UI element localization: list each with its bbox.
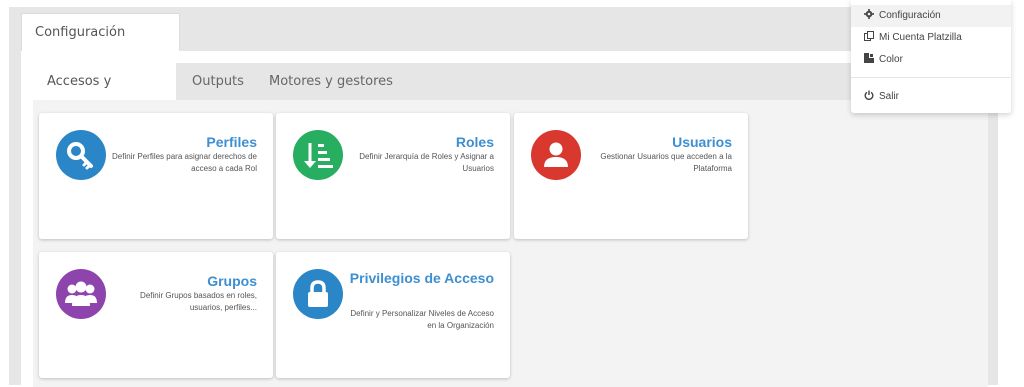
gear-icon — [864, 9, 874, 19]
tab-accesos-permisos[interactable]: Accesos y permisos — [33, 63, 176, 126]
key-icon — [56, 130, 106, 180]
card-title: Usuarios — [672, 134, 732, 150]
menu-item-salir[interactable]: Salir — [851, 86, 1011, 108]
card-grupos[interactable]: Grupos Definir Grupos basados en roles, … — [39, 252, 273, 378]
tab-outputs[interactable]: Outputs — [178, 63, 258, 100]
menu-item-label: Salir — [879, 91, 900, 102]
card-perfiles[interactable]: Perfiles Definir Perfiles para asignar d… — [39, 113, 273, 239]
card-description: Definir Perfiles para asignar derechos d… — [112, 152, 257, 173]
card-roles[interactable]: Roles Definir Jerarquía de Roles y Asign… — [276, 113, 510, 239]
menu-item-color[interactable]: Color — [851, 49, 1011, 71]
account-icon — [864, 31, 874, 41]
settings-dropdown-menu: Configuración Mi Cuenta Platzilla Color … — [851, 0, 1011, 113]
subtab-bar — [33, 63, 988, 100]
menu-item-label: Mi Cuenta Platzilla — [879, 32, 962, 43]
sort-down-icon — [293, 130, 343, 180]
menu-divider — [851, 77, 1011, 78]
users-icon — [56, 269, 106, 319]
tab-configuracion-general[interactable]: Configuración General — [21, 13, 180, 78]
menu-item-label: Color — [879, 54, 903, 65]
card-title: Roles — [455, 134, 494, 150]
card-description: Definir Jerarquía de Roles y Asignar a U… — [359, 152, 494, 173]
user-icon — [531, 130, 581, 180]
menu-item-label: Configuración — [879, 10, 941, 21]
menu-item-mi-cuenta[interactable]: Mi Cuenta Platzilla — [851, 27, 1011, 49]
power-icon — [864, 90, 874, 100]
palette-icon — [864, 53, 874, 63]
card-title: Grupos — [207, 273, 257, 289]
menu-item-configuracion[interactable]: Configuración — [851, 5, 1011, 27]
tab-motores-gestores[interactable]: Motores y gestores — [255, 63, 407, 100]
card-privilegios-acceso[interactable]: Privilegios de Acceso Definir y Personal… — [276, 252, 510, 378]
card-usuarios[interactable]: Usuarios Gestionar Usuarios que acceden … — [514, 113, 748, 239]
card-description: Gestionar Usuarios que acceden a la Plat… — [600, 152, 732, 173]
card-description: Definir Grupos basados en roles, usuario… — [140, 291, 257, 312]
lock-icon — [293, 269, 343, 319]
card-title: Privilegios de Acceso — [349, 270, 494, 286]
card-description: Definir y Personalizar Niveles de Acceso… — [350, 309, 494, 330]
card-title: Perfiles — [206, 134, 257, 150]
